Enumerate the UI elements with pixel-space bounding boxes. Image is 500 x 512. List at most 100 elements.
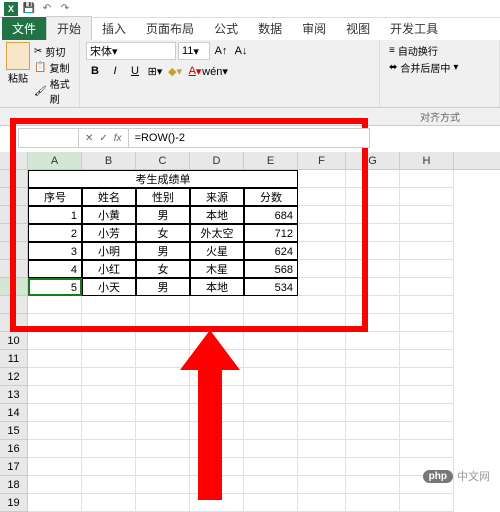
table-cell[interactable]: 小红 <box>82 260 136 278</box>
table-cell[interactable]: 女 <box>136 224 190 242</box>
cell[interactable] <box>400 206 454 224</box>
table-cell[interactable]: 2 <box>28 224 82 242</box>
underline-button[interactable]: U <box>126 62 144 80</box>
tab-view[interactable]: 视图 <box>336 17 380 40</box>
cell[interactable] <box>400 260 454 278</box>
cell[interactable] <box>136 368 190 386</box>
cell[interactable] <box>298 260 346 278</box>
cell[interactable] <box>298 386 346 404</box>
row-header-18[interactable]: 18 <box>0 476 28 494</box>
row-header-11[interactable]: 11 <box>0 350 28 368</box>
cell[interactable] <box>136 296 190 314</box>
cell[interactable] <box>400 494 454 512</box>
cell[interactable] <box>400 296 454 314</box>
cell[interactable] <box>136 422 190 440</box>
row-header-9[interactable]: 9 <box>0 314 28 332</box>
cell[interactable] <box>346 332 400 350</box>
table-title[interactable]: 考生成绩单 <box>28 170 298 188</box>
cell[interactable] <box>400 332 454 350</box>
table-cell[interactable]: 男 <box>136 242 190 260</box>
cell[interactable] <box>190 296 244 314</box>
cell[interactable] <box>136 404 190 422</box>
cell[interactable] <box>244 368 298 386</box>
cell[interactable] <box>244 476 298 494</box>
italic-button[interactable]: I <box>106 62 124 80</box>
cell[interactable] <box>190 314 244 332</box>
table-cell[interactable]: 568 <box>244 260 298 278</box>
cell[interactable] <box>400 440 454 458</box>
table-cell[interactable]: 男 <box>136 206 190 224</box>
cell[interactable] <box>298 368 346 386</box>
cell[interactable] <box>346 242 400 260</box>
row-header-3[interactable] <box>0 206 28 224</box>
cell[interactable] <box>346 206 400 224</box>
cell[interactable] <box>136 314 190 332</box>
cell[interactable] <box>298 278 346 296</box>
table-cell[interactable]: 5 <box>28 278 82 296</box>
table-cell[interactable]: 本地 <box>190 278 244 296</box>
cell[interactable] <box>244 296 298 314</box>
cut-button[interactable]: ✂剪切 <box>34 44 73 59</box>
cell[interactable] <box>82 458 136 476</box>
row-header-14[interactable]: 14 <box>0 404 28 422</box>
tab-insert[interactable]: 插入 <box>92 17 136 40</box>
save-icon[interactable]: 💾 <box>22 2 36 16</box>
col-header-H[interactable]: H <box>400 152 454 169</box>
copy-button[interactable]: 📋复制 <box>34 60 73 75</box>
tab-review[interactable]: 审阅 <box>292 17 336 40</box>
cell[interactable] <box>298 296 346 314</box>
table-header[interactable]: 分数 <box>244 188 298 206</box>
tab-data[interactable]: 数据 <box>248 17 292 40</box>
cell[interactable] <box>346 170 400 188</box>
cell[interactable] <box>346 458 400 476</box>
cell[interactable] <box>346 476 400 494</box>
cell[interactable] <box>244 350 298 368</box>
cell[interactable] <box>136 440 190 458</box>
cell[interactable] <box>400 242 454 260</box>
col-header-F[interactable]: F <box>298 152 346 169</box>
phonetic-button[interactable]: wén▾ <box>206 62 224 80</box>
cell[interactable] <box>190 494 244 512</box>
cell[interactable] <box>298 476 346 494</box>
tab-layout[interactable]: 页面布局 <box>136 17 204 40</box>
cell[interactable] <box>82 404 136 422</box>
cell[interactable] <box>82 386 136 404</box>
row-header-10[interactable]: 10 <box>0 332 28 350</box>
cell[interactable] <box>400 350 454 368</box>
cell[interactable] <box>82 314 136 332</box>
cell[interactable] <box>190 458 244 476</box>
cell[interactable] <box>298 206 346 224</box>
cell[interactable] <box>298 242 346 260</box>
cell[interactable] <box>298 332 346 350</box>
cell[interactable] <box>346 404 400 422</box>
col-header-G[interactable]: G <box>346 152 400 169</box>
cell[interactable] <box>28 458 82 476</box>
cell[interactable] <box>190 368 244 386</box>
table-cell[interactable]: 男 <box>136 278 190 296</box>
cell[interactable] <box>298 422 346 440</box>
table-header[interactable]: 性别 <box>136 188 190 206</box>
cell[interactable] <box>346 494 400 512</box>
table-cell[interactable]: 火星 <box>190 242 244 260</box>
table-cell[interactable]: 木星 <box>190 260 244 278</box>
cell[interactable] <box>28 422 82 440</box>
cell[interactable] <box>136 332 190 350</box>
col-header-E[interactable]: E <box>244 152 298 169</box>
col-header-A[interactable]: A <box>28 152 82 169</box>
cell[interactable] <box>190 350 244 368</box>
cell[interactable] <box>298 350 346 368</box>
cell[interactable] <box>244 440 298 458</box>
table-cell[interactable]: 小明 <box>82 242 136 260</box>
tab-home[interactable]: 开始 <box>46 16 92 40</box>
table-cell[interactable]: 外太空 <box>190 224 244 242</box>
cell[interactable] <box>244 332 298 350</box>
cell[interactable] <box>82 350 136 368</box>
table-cell[interactable]: 本地 <box>190 206 244 224</box>
cell[interactable] <box>346 314 400 332</box>
cell[interactable] <box>82 476 136 494</box>
cell[interactable] <box>400 404 454 422</box>
table-cell[interactable]: 小天 <box>82 278 136 296</box>
undo-icon[interactable]: ↶ <box>40 2 54 16</box>
font-size-select[interactable]: 11 ▾ <box>178 42 210 60</box>
cells-area[interactable]: 考生成绩单序号姓名性别来源分数1小黄男本地6842小芳女外太空7123小明男火星… <box>28 170 454 512</box>
